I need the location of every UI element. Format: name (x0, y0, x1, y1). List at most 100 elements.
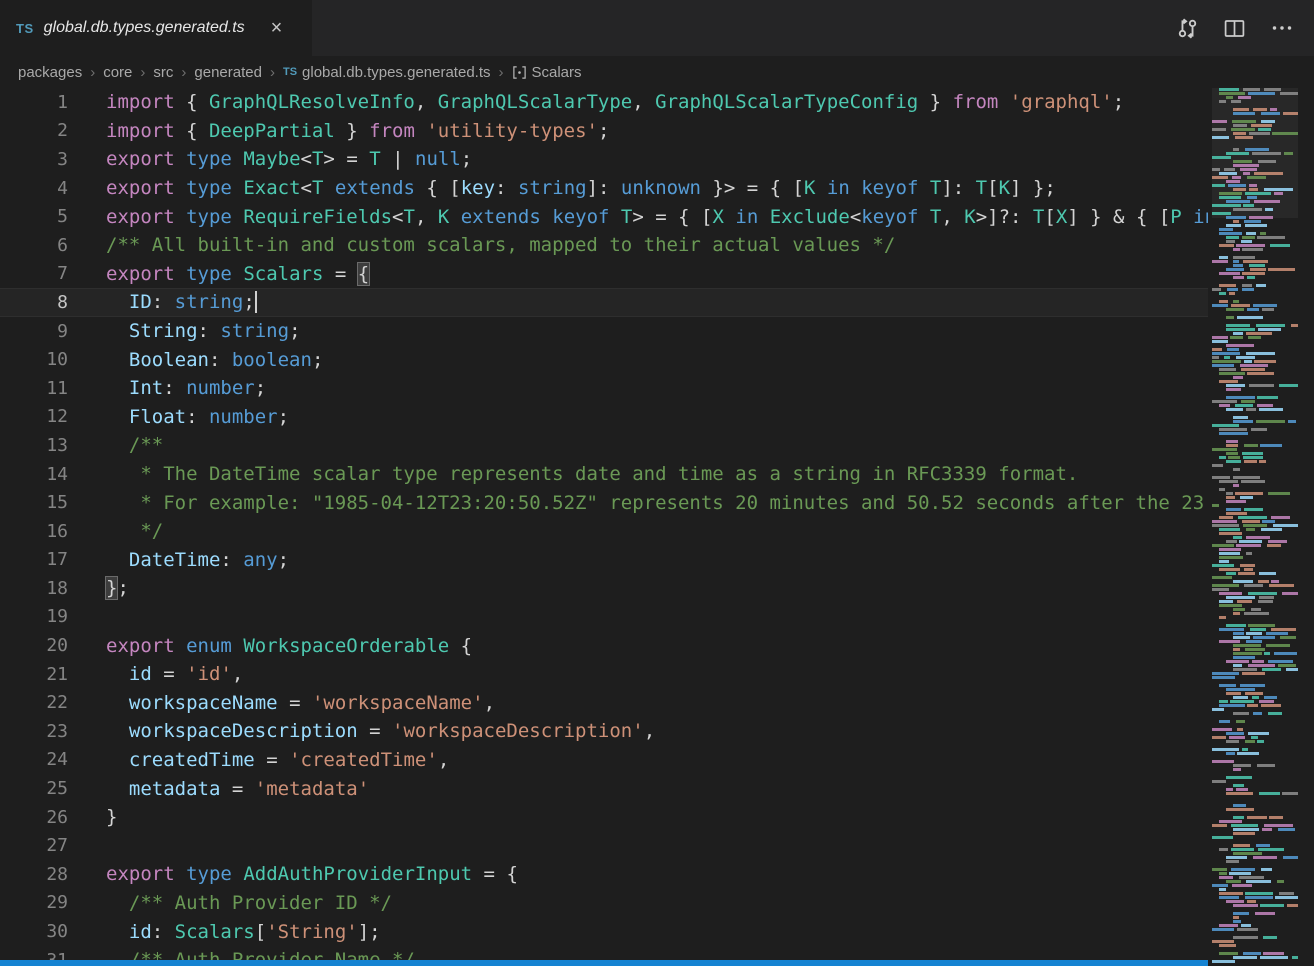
minimap-token (1219, 848, 1228, 851)
minimap-token (1257, 236, 1285, 239)
code-line[interactable]: 23 workspaceDescription = 'workspaceDesc… (0, 717, 1208, 746)
code-token: { [ (667, 206, 713, 228)
code-line[interactable]: 16 */ (0, 517, 1208, 546)
code-line[interactable]: 14 * The DateTime scalar type represents… (0, 460, 1208, 489)
minimap-token (1286, 668, 1298, 671)
code-line[interactable]: 24 createdTime = 'createdTime', (0, 746, 1208, 775)
minimap-token (1259, 460, 1266, 463)
code-token (175, 177, 186, 199)
minimap-token (1212, 676, 1235, 679)
minimap-token (1226, 388, 1241, 391)
code-line[interactable]: 11 Int: number; (0, 374, 1208, 403)
minimap-token (1233, 220, 1239, 223)
code-line[interactable]: 9 String: string; (0, 317, 1208, 346)
code-line[interactable]: 3export type Maybe<T> = T | null; (0, 145, 1208, 174)
minimap-token (1226, 732, 1244, 735)
vertical-scrollbar[interactable] (1298, 88, 1314, 966)
breadcrumb-item[interactable]: src (153, 64, 173, 81)
line-number: 29 (0, 892, 68, 913)
minimap-token (1247, 308, 1259, 311)
close-icon[interactable]: × (271, 18, 283, 38)
minimap-token (1268, 540, 1287, 543)
code-line[interactable]: 8 ID: string; (0, 288, 1208, 317)
code-line[interactable]: 2import { DeepPartial } from 'utility-ty… (0, 117, 1208, 146)
code-line[interactable]: 4export type Exact<T extends { [key: str… (0, 174, 1208, 203)
minimap-token (1227, 348, 1239, 351)
code-line[interactable]: 27 (0, 831, 1208, 860)
code-token: { (449, 635, 472, 657)
code-token (1182, 206, 1193, 228)
minimap-token (1212, 728, 1232, 731)
code-line[interactable]: 21 id = 'id', (0, 660, 1208, 689)
code-token: export (106, 863, 175, 885)
breadcrumb-item[interactable]: TSglobal.db.types.generated.ts (283, 64, 491, 81)
code-line[interactable]: 6/** All built-in and custom scalars, ma… (0, 231, 1208, 260)
minimap-token (1212, 928, 1234, 931)
code-token (255, 749, 266, 771)
minimap-token (1249, 184, 1257, 187)
code-line[interactable]: 12 Float: number; (0, 403, 1208, 432)
line-content: export type Scalars = { (106, 263, 369, 285)
more-actions-icon[interactable] (1270, 16, 1294, 40)
code-line[interactable]: 22 workspaceName = 'workspaceName', (0, 688, 1208, 717)
code-line[interactable]: 1import { GraphQLResolveInfo, GraphQLSca… (0, 88, 1208, 117)
code-line[interactable]: 25 metadata = 'metadata' (0, 774, 1208, 803)
breadcrumb-label: global.db.types.generated.ts (302, 64, 490, 81)
code-token: K (438, 206, 449, 228)
code-token: T (930, 177, 941, 199)
line-content: export type RequireFields<T, K extends k… (106, 206, 1208, 228)
code-token: string (220, 320, 289, 342)
compare-changes-icon[interactable] (1176, 17, 1199, 40)
code-line[interactable]: 17 DateTime: any; (0, 546, 1208, 575)
code-line[interactable]: 7 export type Scalars = { (0, 260, 1208, 289)
code-line[interactable]: 15 * For example: "1985-04-12T23:20:50.5… (0, 488, 1208, 517)
split-editor-icon[interactable] (1223, 17, 1246, 40)
tab-global-db-types[interactable]: TS global.db.types.generated.ts × (0, 0, 312, 56)
code-token: ; (289, 320, 300, 342)
line-number: 7 (0, 263, 68, 284)
code-line[interactable]: 5export type RequireFields<T, K extends … (0, 202, 1208, 231)
minimap-token (1233, 580, 1253, 583)
code-token (449, 206, 460, 228)
minimap-token (1245, 192, 1271, 195)
minimap-token (1259, 596, 1274, 599)
code-line[interactable]: 28export type AddAuthProviderInput = { (0, 860, 1208, 889)
minimap-token (1249, 384, 1274, 387)
minimap[interactable] (1212, 88, 1298, 966)
minimap-token (1282, 792, 1298, 795)
breadcrumb-item[interactable]: packages (18, 64, 82, 81)
line-number: 27 (0, 835, 68, 856)
minimap-token (1236, 544, 1261, 547)
code-line[interactable]: 19 (0, 603, 1208, 632)
breadcrumb-item[interactable]: Scalars (512, 64, 582, 81)
code-line[interactable]: 29 /** Auth Provider ID */ (0, 889, 1208, 918)
minimap-token (1256, 284, 1266, 287)
minimap-token (1245, 224, 1267, 227)
minimap-token (1247, 196, 1257, 199)
minimap-token (1212, 352, 1240, 355)
code-line[interactable]: 20export enum WorkspaceOrderable { (0, 631, 1208, 660)
code-token: DeepPartial (209, 120, 335, 142)
minimap-token (1270, 244, 1290, 247)
code-token: /** All built-in and custom scalars, map… (106, 234, 895, 256)
code-line[interactable]: 10 Boolean: boolean; (0, 345, 1208, 374)
code-line[interactable]: 13 /** (0, 431, 1208, 460)
code-token (106, 749, 129, 771)
code-token: keyof (861, 177, 918, 199)
code-line[interactable]: 18}; (0, 574, 1208, 603)
code-line[interactable]: 30 id: Scalars['String']; (0, 917, 1208, 946)
minimap-token (1243, 952, 1261, 955)
breadcrumb-item[interactable]: generated (194, 64, 262, 81)
minimap-token (1246, 552, 1252, 555)
code-line[interactable]: 26} (0, 803, 1208, 832)
minimap-token (1226, 688, 1255, 691)
minimap-token (1251, 736, 1258, 739)
minimap-token (1238, 572, 1255, 575)
minimap-token (1212, 400, 1237, 403)
code-token: boolean (232, 349, 312, 371)
breadcrumb-item[interactable]: core (103, 64, 132, 81)
minimap-token (1219, 924, 1238, 927)
minimap-token (1240, 168, 1257, 171)
minimap-token (1226, 500, 1246, 503)
minimap-token (1277, 880, 1284, 883)
